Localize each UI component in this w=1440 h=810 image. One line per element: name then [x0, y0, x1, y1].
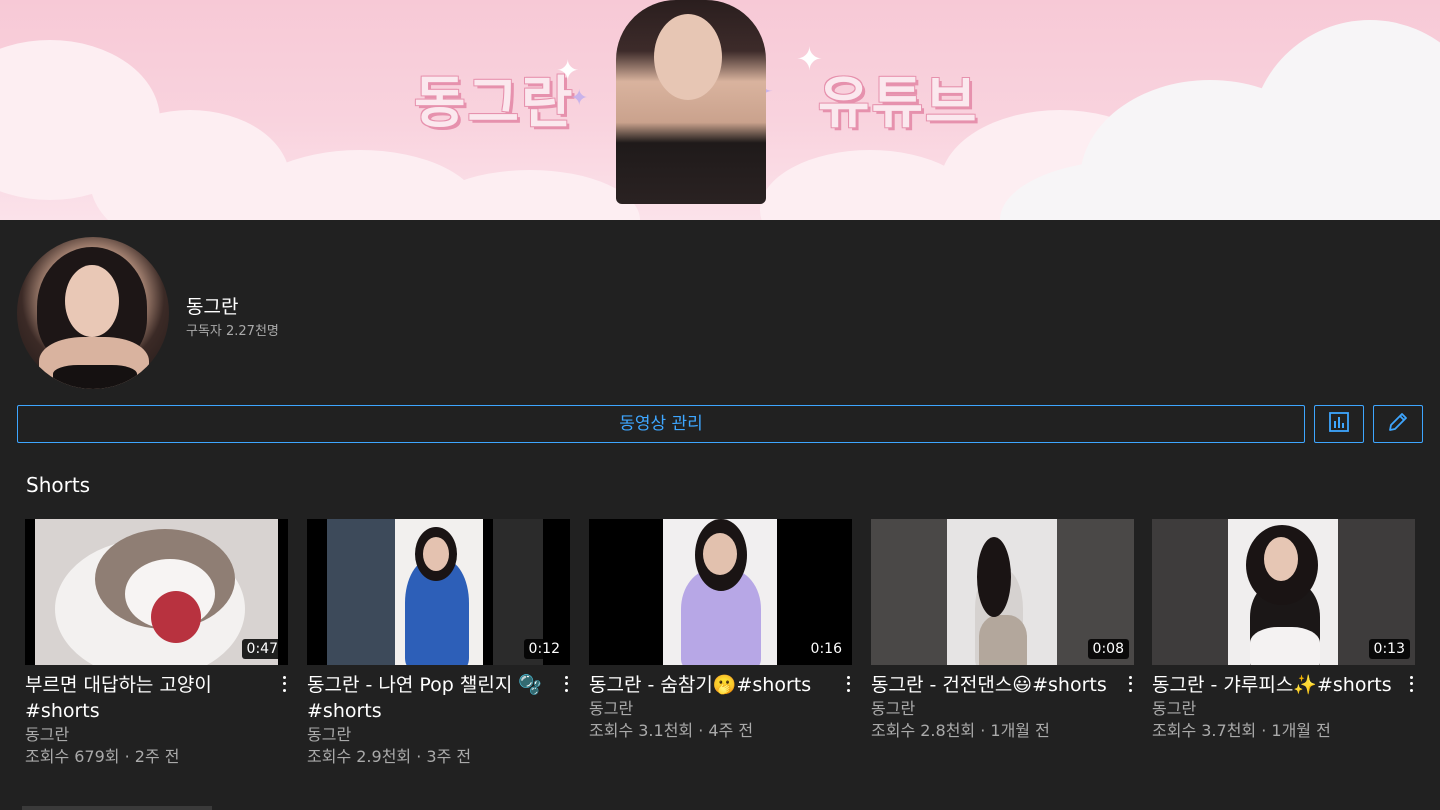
short-thumbnail[interactable]: 0:08 [871, 519, 1134, 665]
channel-banner: 동그란 유튜브 ✦ ✦ ✦ ✦ ✦ [0, 0, 1440, 220]
more-options-icon[interactable] [280, 674, 288, 694]
short-channel[interactable]: 동그란 [1152, 698, 1393, 720]
channel-name: 동그란 [186, 296, 239, 318]
bar-chart-icon [1328, 411, 1350, 437]
duration-badge: 0:16 [805, 639, 847, 659]
short-stats: 조회수 679회 · 2주 전 [25, 747, 180, 766]
duration-badge: 0:12 [523, 639, 565, 659]
edit-channel-button[interactable] [1373, 405, 1423, 443]
duration-badge: 0:08 [1087, 639, 1129, 659]
short-channel[interactable]: 동그란 [307, 724, 548, 746]
sparkle-icon: ✦ [796, 40, 823, 78]
banner-title-right: 유튜브 [818, 71, 979, 136]
more-options-icon[interactable] [1126, 674, 1134, 694]
channel-avatar[interactable] [17, 237, 169, 389]
short-card[interactable]: 0:16 동그란 - 숨참기🫢#shorts 동그란 조회수 3.1천회 · 4… [589, 519, 852, 742]
short-title[interactable]: 동그란 - 나연 Pop 챌린지 🫧 #shorts [307, 672, 548, 724]
manage-videos-button[interactable]: 동영상 관리 [17, 405, 1305, 443]
short-channel[interactable]: 동그란 [589, 698, 830, 720]
analytics-button[interactable] [1314, 405, 1364, 443]
short-thumbnail[interactable]: 0:47 [25, 519, 288, 665]
short-channel[interactable]: 동그란 [25, 724, 266, 746]
short-title[interactable]: 동그란 - 갸루피스✨#shorts [1152, 672, 1393, 698]
short-card[interactable]: 0:13 동그란 - 갸루피스✨#shorts 동그란 조회수 3.7천회 · … [1152, 519, 1415, 742]
duration-badge: 0:13 [1368, 639, 1410, 659]
pencil-icon [1387, 411, 1409, 437]
duration-badge: 0:47 [241, 639, 283, 659]
short-card[interactable]: 0:08 동그란 - 건전댄스😃#shorts 동그란 조회수 2.8천회 · … [871, 519, 1134, 742]
short-thumbnail[interactable]: 0:12 [307, 519, 570, 665]
banner-photo-face [654, 14, 722, 100]
more-options-icon[interactable] [844, 674, 852, 694]
short-stats: 조회수 2.9천회 · 3주 전 [307, 747, 472, 766]
short-thumbnail[interactable]: 0:16 [589, 519, 852, 665]
short-title[interactable]: 부르면 대답하는 고양이 #shorts [25, 672, 266, 724]
short-stats: 조회수 3.7천회 · 1개월 전 [1152, 721, 1331, 740]
more-options-icon[interactable] [1407, 674, 1415, 694]
short-thumbnail[interactable]: 0:13 [1152, 519, 1415, 665]
short-card[interactable]: 0:12 동그란 - 나연 Pop 챌린지 🫧 #shorts 동그란 조회수 … [307, 519, 570, 768]
banner-title-left: 동그란 [414, 71, 575, 136]
next-section-edge [22, 806, 212, 810]
section-title-shorts: Shorts [26, 473, 91, 497]
short-stats: 조회수 2.8천회 · 1개월 전 [871, 721, 1050, 740]
short-channel[interactable]: 동그란 [871, 698, 1112, 720]
more-options-icon[interactable] [562, 674, 570, 694]
short-title[interactable]: 동그란 - 숨참기🫢#shorts [589, 672, 830, 698]
sparkle-icon: ✦ [556, 54, 580, 87]
short-stats: 조회수 3.1천회 · 4주 전 [589, 721, 754, 740]
sparkle-icon: ✦ [570, 86, 589, 111]
subscriber-count: 구독자 2.27천명 [186, 324, 279, 339]
short-title[interactable]: 동그란 - 건전댄스😃#shorts [871, 672, 1112, 698]
short-card[interactable]: 0:47 부르면 대답하는 고양이 #shorts 동그란 조회수 679회 ·… [25, 519, 288, 768]
